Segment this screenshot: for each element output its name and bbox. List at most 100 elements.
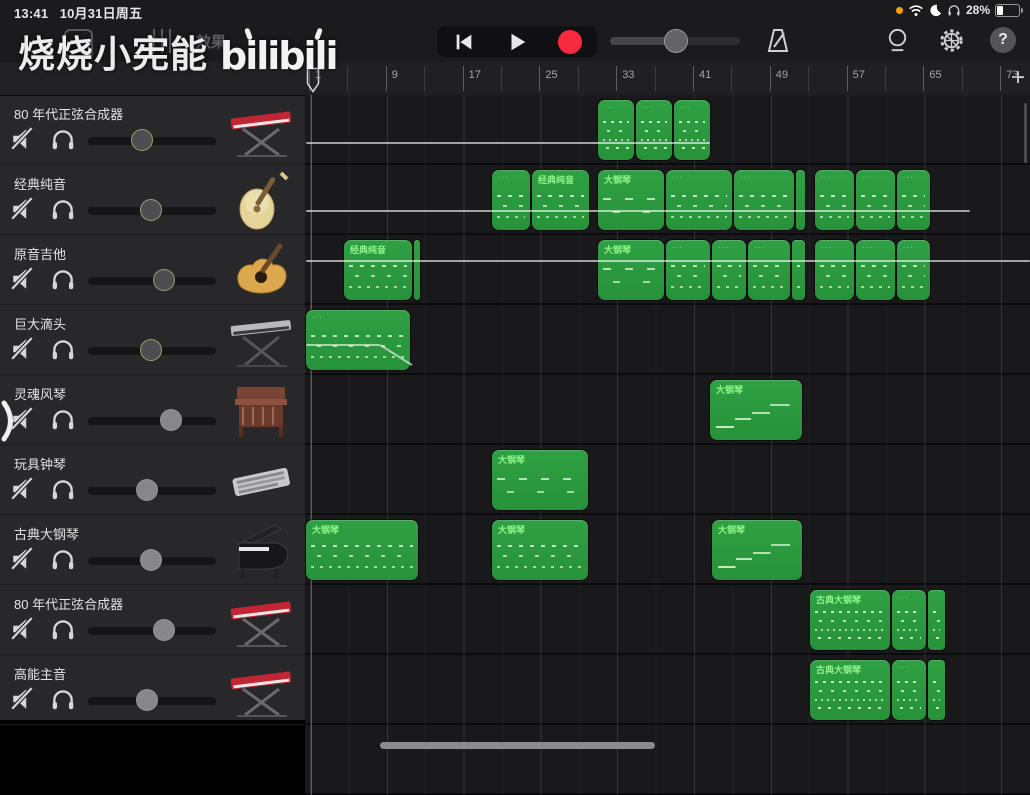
midi-region[interactable]: ··· xyxy=(892,660,926,720)
view-switch-icon[interactable] xyxy=(64,29,93,58)
midi-region[interactable] xyxy=(414,240,420,300)
track-volume-slider[interactable] xyxy=(88,198,216,222)
master-volume-slider[interactable] xyxy=(610,29,740,53)
track-volume-knob[interactable] xyxy=(152,619,175,641)
midi-region[interactable]: ··· xyxy=(856,170,895,230)
track-volume-slider[interactable] xyxy=(88,688,216,712)
mixer-icon[interactable] xyxy=(150,29,174,53)
timeline-ruler[interactable]: + 1 9 17 25 33 41 49 57 65 73 xyxy=(305,62,1030,96)
track-volume-knob[interactable] xyxy=(139,199,162,221)
instrument-image[interactable] xyxy=(223,309,299,371)
track-volume-knob[interactable] xyxy=(139,339,162,361)
midi-region[interactable]: 古典大钢琴 xyxy=(810,590,890,650)
headphones-solo-button[interactable] xyxy=(50,336,78,364)
expand-track-controls-handle[interactable] xyxy=(0,398,22,444)
track-row[interactable]: 80 年代正弦合成器 xyxy=(0,585,305,655)
instrument-image[interactable] xyxy=(223,239,299,301)
mute-button[interactable] xyxy=(10,266,38,294)
midi-region[interactable]: ··· xyxy=(636,100,672,160)
instrument-image[interactable] xyxy=(223,519,299,581)
midi-region[interactable]: ··· xyxy=(856,240,895,300)
midi-region[interactable]: ··· xyxy=(666,240,710,300)
track-volume-slider[interactable] xyxy=(88,408,216,432)
metronome-button[interactable] xyxy=(762,25,794,57)
mute-button[interactable] xyxy=(10,476,38,504)
record-button[interactable] xyxy=(553,29,587,55)
midi-region[interactable]: 大钢琴 xyxy=(492,450,588,510)
play-button[interactable] xyxy=(500,29,534,55)
mute-button[interactable] xyxy=(10,546,38,574)
help-button[interactable]: ? xyxy=(990,27,1016,53)
track-volume-slider[interactable] xyxy=(88,338,216,362)
midi-region[interactable]: 大钢琴 xyxy=(712,520,802,580)
midi-region[interactable]: ··· xyxy=(734,170,794,230)
midi-region[interactable] xyxy=(928,590,945,650)
headphones-solo-button[interactable] xyxy=(50,266,78,294)
master-volume-knob[interactable] xyxy=(664,29,689,53)
midi-region[interactable]: ··· xyxy=(815,170,854,230)
mute-button[interactable] xyxy=(10,126,38,154)
midi-region[interactable]: 古典大钢琴 xyxy=(810,660,890,720)
midi-region[interactable]: 经典纯音 xyxy=(344,240,412,300)
track-volume-slider[interactable] xyxy=(88,618,216,642)
track-row[interactable]: 高能主音 xyxy=(0,655,305,725)
midi-region[interactable]: ··· xyxy=(892,590,926,650)
vertical-scrollbar[interactable] xyxy=(1024,103,1027,163)
midi-region[interactable] xyxy=(792,240,805,300)
headphones-solo-button[interactable] xyxy=(50,546,78,574)
midi-region[interactable]: 大钢琴 xyxy=(306,520,418,580)
midi-region[interactable] xyxy=(928,660,945,720)
headphones-solo-button[interactable] xyxy=(50,196,78,224)
midi-region[interactable]: 大钢琴 xyxy=(710,380,802,440)
headphones-solo-button[interactable] xyxy=(50,476,78,504)
horizontal-scrollbar[interactable] xyxy=(380,742,655,749)
headphones-solo-button[interactable] xyxy=(50,126,78,154)
track-volume-slider[interactable] xyxy=(88,478,216,502)
track-volume-slider[interactable] xyxy=(88,548,216,572)
instrument-image[interactable] xyxy=(223,379,299,441)
midi-region[interactable]: ··· xyxy=(598,100,634,160)
headphones-solo-button[interactable] xyxy=(50,616,78,644)
midi-region[interactable] xyxy=(796,170,805,230)
track-volume-knob[interactable] xyxy=(130,129,153,151)
headphones-solo-button[interactable] xyxy=(50,686,78,714)
track-volume-knob[interactable] xyxy=(160,409,183,431)
track-row[interactable]: 原音吉他 xyxy=(0,235,305,305)
mute-button[interactable] xyxy=(10,336,38,364)
loop-browser-icon[interactable] xyxy=(882,25,912,55)
track-row[interactable]: 灵魂风琴 xyxy=(0,375,305,445)
track-row[interactable]: 巨大滴头 xyxy=(0,305,305,375)
midi-region[interactable]: ··· xyxy=(666,170,732,230)
midi-region[interactable]: ··· xyxy=(897,240,930,300)
arrange-grid[interactable]: ··· ··· ··· ··· 经典纯音 大钢琴 ··· ··· ··· ··· ··· 经典纯音 大钢… xyxy=(305,95,1030,795)
midi-region[interactable]: ··· xyxy=(306,310,410,370)
effects-button[interactable]: 效果 xyxy=(196,31,226,52)
track-row[interactable]: 古典大钢琴 xyxy=(0,515,305,585)
instrument-image[interactable] xyxy=(223,169,299,231)
mute-button[interactable] xyxy=(10,616,38,644)
track-row[interactable]: 玩具钟琴 xyxy=(0,445,305,515)
midi-region[interactable]: ··· xyxy=(897,170,930,230)
midi-region[interactable]: 大钢琴 xyxy=(598,170,664,230)
headphones-solo-button[interactable] xyxy=(50,406,78,434)
instrument-image[interactable] xyxy=(223,659,299,721)
midi-region[interactable]: ··· xyxy=(748,240,790,300)
track-volume-knob[interactable] xyxy=(139,549,162,571)
instrument-image[interactable] xyxy=(223,589,299,651)
settings-gear-icon[interactable] xyxy=(936,25,966,55)
instrument-image[interactable] xyxy=(223,449,299,511)
midi-region[interactable]: ··· xyxy=(815,240,854,300)
midi-region[interactable]: ··· xyxy=(712,240,746,300)
mute-button[interactable] xyxy=(10,196,38,224)
mute-button[interactable] xyxy=(10,686,38,714)
track-volume-knob[interactable] xyxy=(152,269,175,291)
track-row[interactable]: 80 年代正弦合成器 xyxy=(0,95,305,165)
midi-region[interactable]: 经典纯音 xyxy=(532,170,589,230)
rewind-button[interactable] xyxy=(447,29,481,55)
midi-region[interactable]: 大钢琴 xyxy=(598,240,664,300)
track-volume-knob[interactable] xyxy=(135,689,158,711)
track-volume-slider[interactable] xyxy=(88,268,216,292)
midi-region[interactable]: 大钢琴 xyxy=(492,520,588,580)
track-volume-knob[interactable] xyxy=(135,479,158,501)
midi-region[interactable]: ··· xyxy=(674,100,710,160)
